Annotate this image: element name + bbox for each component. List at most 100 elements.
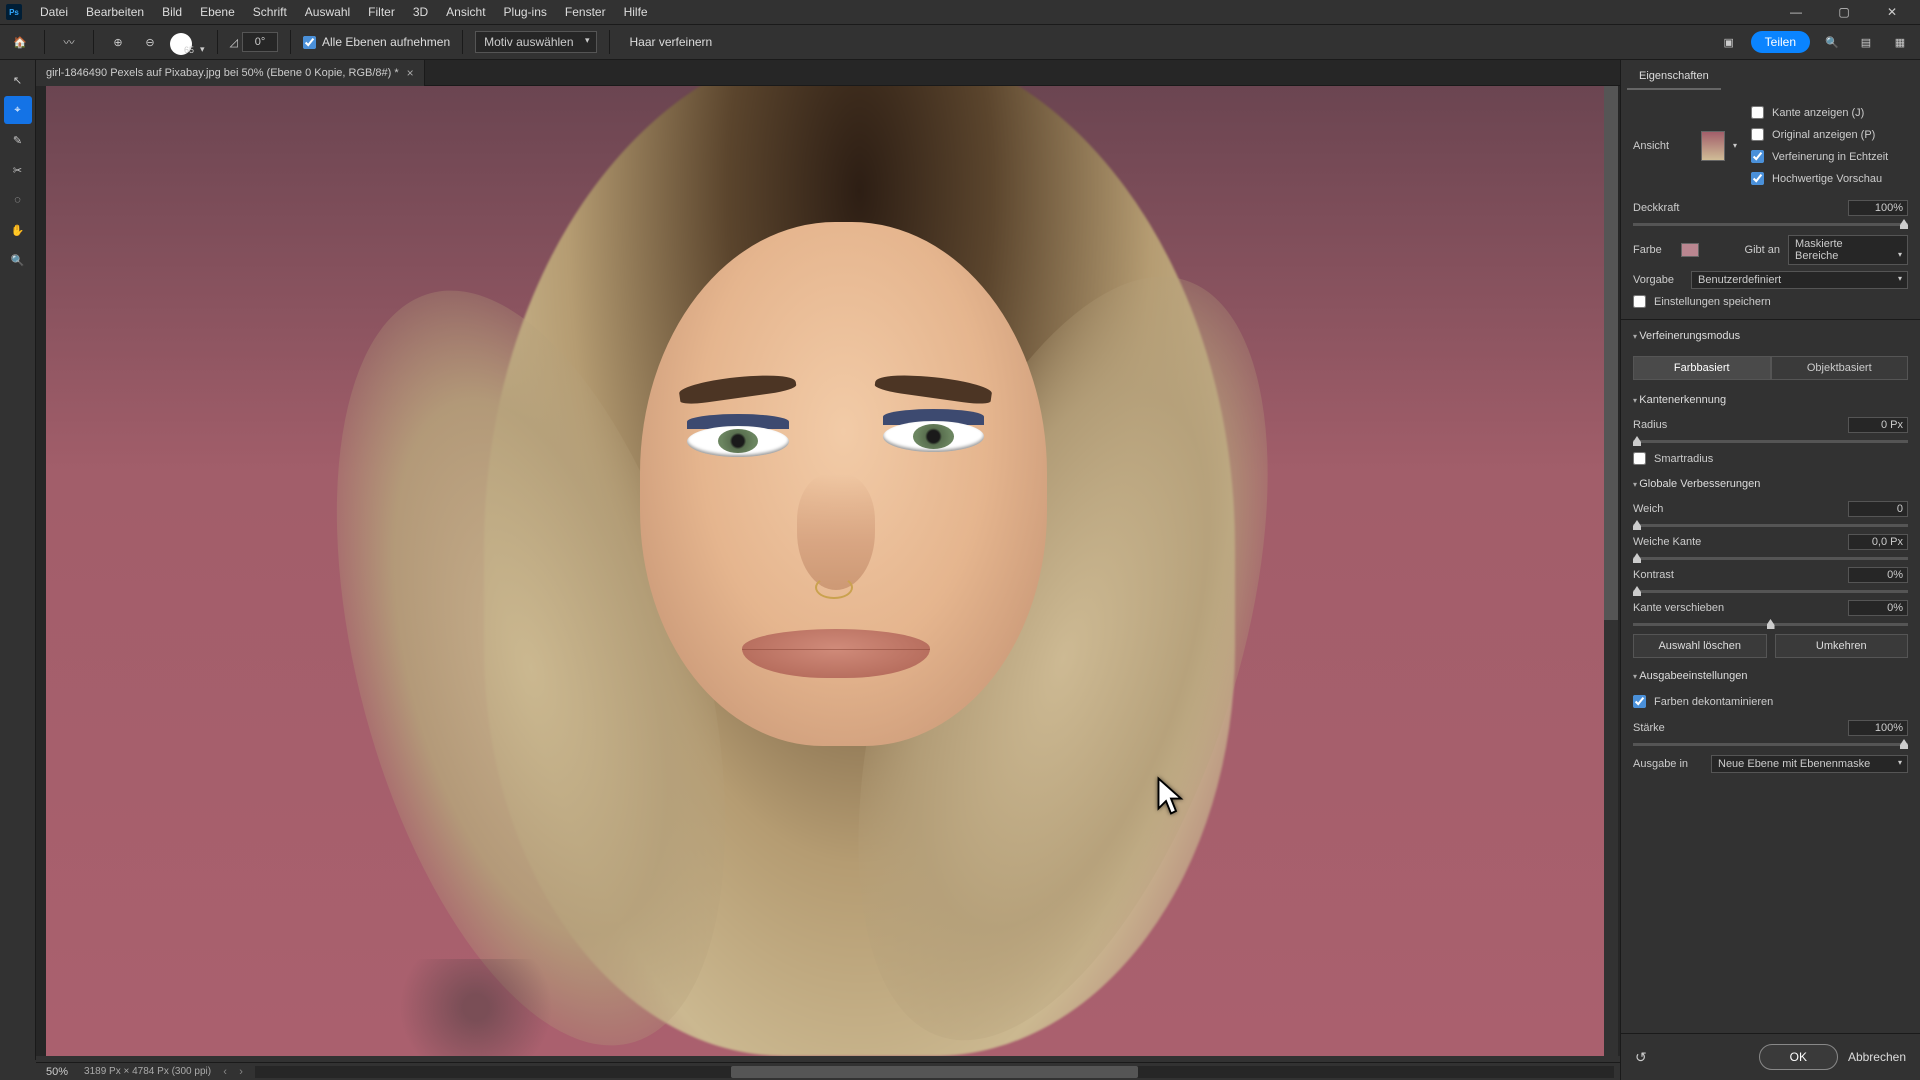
horizontal-scroll-thumb[interactable]: [731, 1066, 1139, 1078]
clear-selection-button[interactable]: Auswahl löschen: [1633, 634, 1767, 658]
contrast-value[interactable]: 0%: [1848, 567, 1908, 583]
document-tab[interactable]: girl-1846490 Pexels auf Pixabay.jpg bei …: [36, 60, 425, 86]
portrait-nose: [797, 474, 875, 590]
arrange-icon[interactable]: ▦: [1888, 30, 1912, 54]
opacity-label: Deckkraft: [1633, 202, 1679, 214]
feather-slider[interactable]: [1633, 557, 1908, 560]
zoom-tool-icon[interactable]: 🔍: [4, 246, 32, 274]
refine-brush-tool-icon[interactable]: ✂: [4, 156, 32, 184]
realtime-refine-checkbox[interactable]: Verfeinerung in Echtzeit: [1751, 147, 1908, 166]
refine-hair-button[interactable]: Haar verfeinern: [622, 32, 721, 52]
reset-icon[interactable]: ↺: [1635, 1049, 1647, 1066]
radius-label: Radius: [1633, 419, 1667, 431]
menu-type[interactable]: Schrift: [245, 2, 295, 22]
portrait-nose-ring: [815, 576, 853, 599]
smooth-value[interactable]: 0: [1848, 501, 1908, 517]
menu-3d[interactable]: 3D: [405, 2, 436, 22]
zoom-level[interactable]: 50%: [36, 1066, 78, 1078]
show-edge-checkbox[interactable]: Kante anzeigen (J): [1751, 103, 1908, 122]
refine-mode-toggle: Farbbasiert Objektbasiert: [1633, 356, 1908, 380]
opacity-slider[interactable]: [1633, 223, 1908, 226]
invert-selection-button[interactable]: Umkehren: [1775, 634, 1909, 658]
shift-edge-value[interactable]: 0%: [1848, 600, 1908, 616]
output-settings-header[interactable]: Ausgabeeinstellungen: [1621, 664, 1920, 688]
info-next-icon[interactable]: ›: [233, 1066, 249, 1078]
show-original-checkbox[interactable]: Original anzeigen (P): [1751, 125, 1908, 144]
view-dropdown-icon[interactable]: ▾: [1733, 141, 1737, 150]
output-to-dropdown[interactable]: Neue Ebene mit Ebenenmaske: [1711, 755, 1908, 773]
properties-panel: Eigenschaften Ansicht ▾ Kante anzeigen (…: [1620, 60, 1920, 1080]
menu-view[interactable]: Ansicht: [438, 2, 493, 22]
add-selection-icon[interactable]: ⊕: [106, 30, 130, 54]
menu-filter[interactable]: Filter: [360, 2, 403, 22]
canvas-area[interactable]: [36, 86, 1620, 1056]
info-prev-icon[interactable]: ‹: [217, 1066, 233, 1078]
home-icon[interactable]: 🏠: [8, 30, 32, 54]
refine-mode-header[interactable]: Verfeinerungsmodus: [1621, 324, 1920, 348]
edge-detect-header[interactable]: Kantenerkennung: [1621, 388, 1920, 412]
menu-image[interactable]: Bild: [154, 2, 190, 22]
feather-value[interactable]: 0,0 Px: [1848, 534, 1908, 550]
indicates-dropdown[interactable]: Maskierte Bereiche: [1788, 235, 1908, 265]
menu-edit[interactable]: Bearbeiten: [78, 2, 152, 22]
global-refine-header[interactable]: Globale Verbesserungen: [1621, 472, 1920, 496]
options-bar: 🏠 〰 ⊕ ⊖ 65 ▾ ◿ Alle Ebenen aufnehmen Mot…: [0, 24, 1920, 60]
menu-plugins[interactable]: Plug-ins: [496, 2, 555, 22]
menu-file[interactable]: Datei: [32, 2, 76, 22]
menu-help[interactable]: Hilfe: [616, 2, 656, 22]
decontaminate-checkbox[interactable]: Farben dekontaminieren: [1633, 692, 1908, 711]
high-quality-label: Hochwertige Vorschau: [1772, 173, 1882, 185]
view-thumbnail[interactable]: [1701, 131, 1725, 161]
minimize-button[interactable]: —: [1774, 0, 1818, 24]
radius-slider[interactable]: [1633, 440, 1908, 443]
dropdown-chevron-icon[interactable]: ▾: [200, 44, 205, 55]
close-button[interactable]: ✕: [1870, 0, 1914, 24]
sample-all-layers-checkbox[interactable]: Alle Ebenen aufnehmen: [303, 35, 450, 49]
horizontal-scrollbar[interactable]: [255, 1066, 1614, 1078]
maximize-button[interactable]: ▢: [1822, 0, 1866, 24]
high-quality-checkbox[interactable]: Hochwertige Vorschau: [1751, 169, 1908, 188]
sample-all-label: Alle Ebenen aufnehmen: [322, 35, 450, 49]
cancel-button[interactable]: Abbrechen: [1848, 1050, 1906, 1064]
radius-value[interactable]: 0 Px: [1848, 417, 1908, 433]
ok-button[interactable]: OK: [1759, 1044, 1838, 1070]
realtime-label: Verfeinerung in Echtzeit: [1772, 151, 1888, 163]
workspace-icon[interactable]: ▤: [1854, 30, 1878, 54]
document-artwork: [46, 86, 1610, 1056]
quick-select-tool-icon[interactable]: ⌖: [4, 96, 32, 124]
search-icon[interactable]: 🔍: [1820, 30, 1844, 54]
separator: [217, 30, 218, 54]
vertical-scroll-thumb[interactable]: [1604, 86, 1618, 620]
cloud-docs-icon[interactable]: ▣: [1717, 30, 1741, 54]
smart-radius-checkbox[interactable]: Smartradius: [1633, 449, 1908, 468]
preset-dropdown[interactable]: Benutzerdefiniert: [1691, 271, 1908, 289]
properties-tab[interactable]: Eigenschaften: [1627, 64, 1721, 90]
angle-input[interactable]: [242, 32, 278, 52]
mode-color-button[interactable]: Farbbasiert: [1633, 356, 1771, 380]
overlay-color-swatch[interactable]: [1681, 243, 1699, 257]
tool-preset-icon[interactable]: 〰: [57, 30, 81, 54]
shift-edge-slider[interactable]: [1633, 623, 1908, 626]
mode-object-button[interactable]: Objektbasiert: [1771, 356, 1909, 380]
select-subject-dropdown[interactable]: Motiv auswählen: [475, 31, 596, 53]
vertical-scrollbar[interactable]: [1604, 86, 1618, 1056]
move-tool-icon[interactable]: ↖: [4, 66, 32, 94]
amount-slider[interactable]: [1633, 743, 1908, 746]
brush-tool-icon[interactable]: ✎: [4, 126, 32, 154]
portrait-lip-line: [742, 649, 930, 650]
panel-footer: ↺ OK Abbrechen: [1621, 1033, 1920, 1080]
indicates-label: Gibt an: [1745, 244, 1780, 256]
menu-window[interactable]: Fenster: [557, 2, 614, 22]
share-button[interactable]: Teilen: [1751, 31, 1810, 53]
lasso-tool-icon[interactable]: ◌: [4, 186, 32, 214]
remember-settings-checkbox[interactable]: Einstellungen speichern: [1633, 292, 1908, 311]
hand-tool-icon[interactable]: ✋: [4, 216, 32, 244]
opacity-value[interactable]: 100%: [1848, 200, 1908, 216]
smooth-slider[interactable]: [1633, 524, 1908, 527]
subtract-selection-icon[interactable]: ⊖: [138, 30, 162, 54]
contrast-slider[interactable]: [1633, 590, 1908, 593]
close-tab-icon[interactable]: ×: [407, 66, 414, 80]
menu-layer[interactable]: Ebene: [192, 2, 243, 22]
amount-value[interactable]: 100%: [1848, 720, 1908, 736]
menu-select[interactable]: Auswahl: [297, 2, 358, 22]
